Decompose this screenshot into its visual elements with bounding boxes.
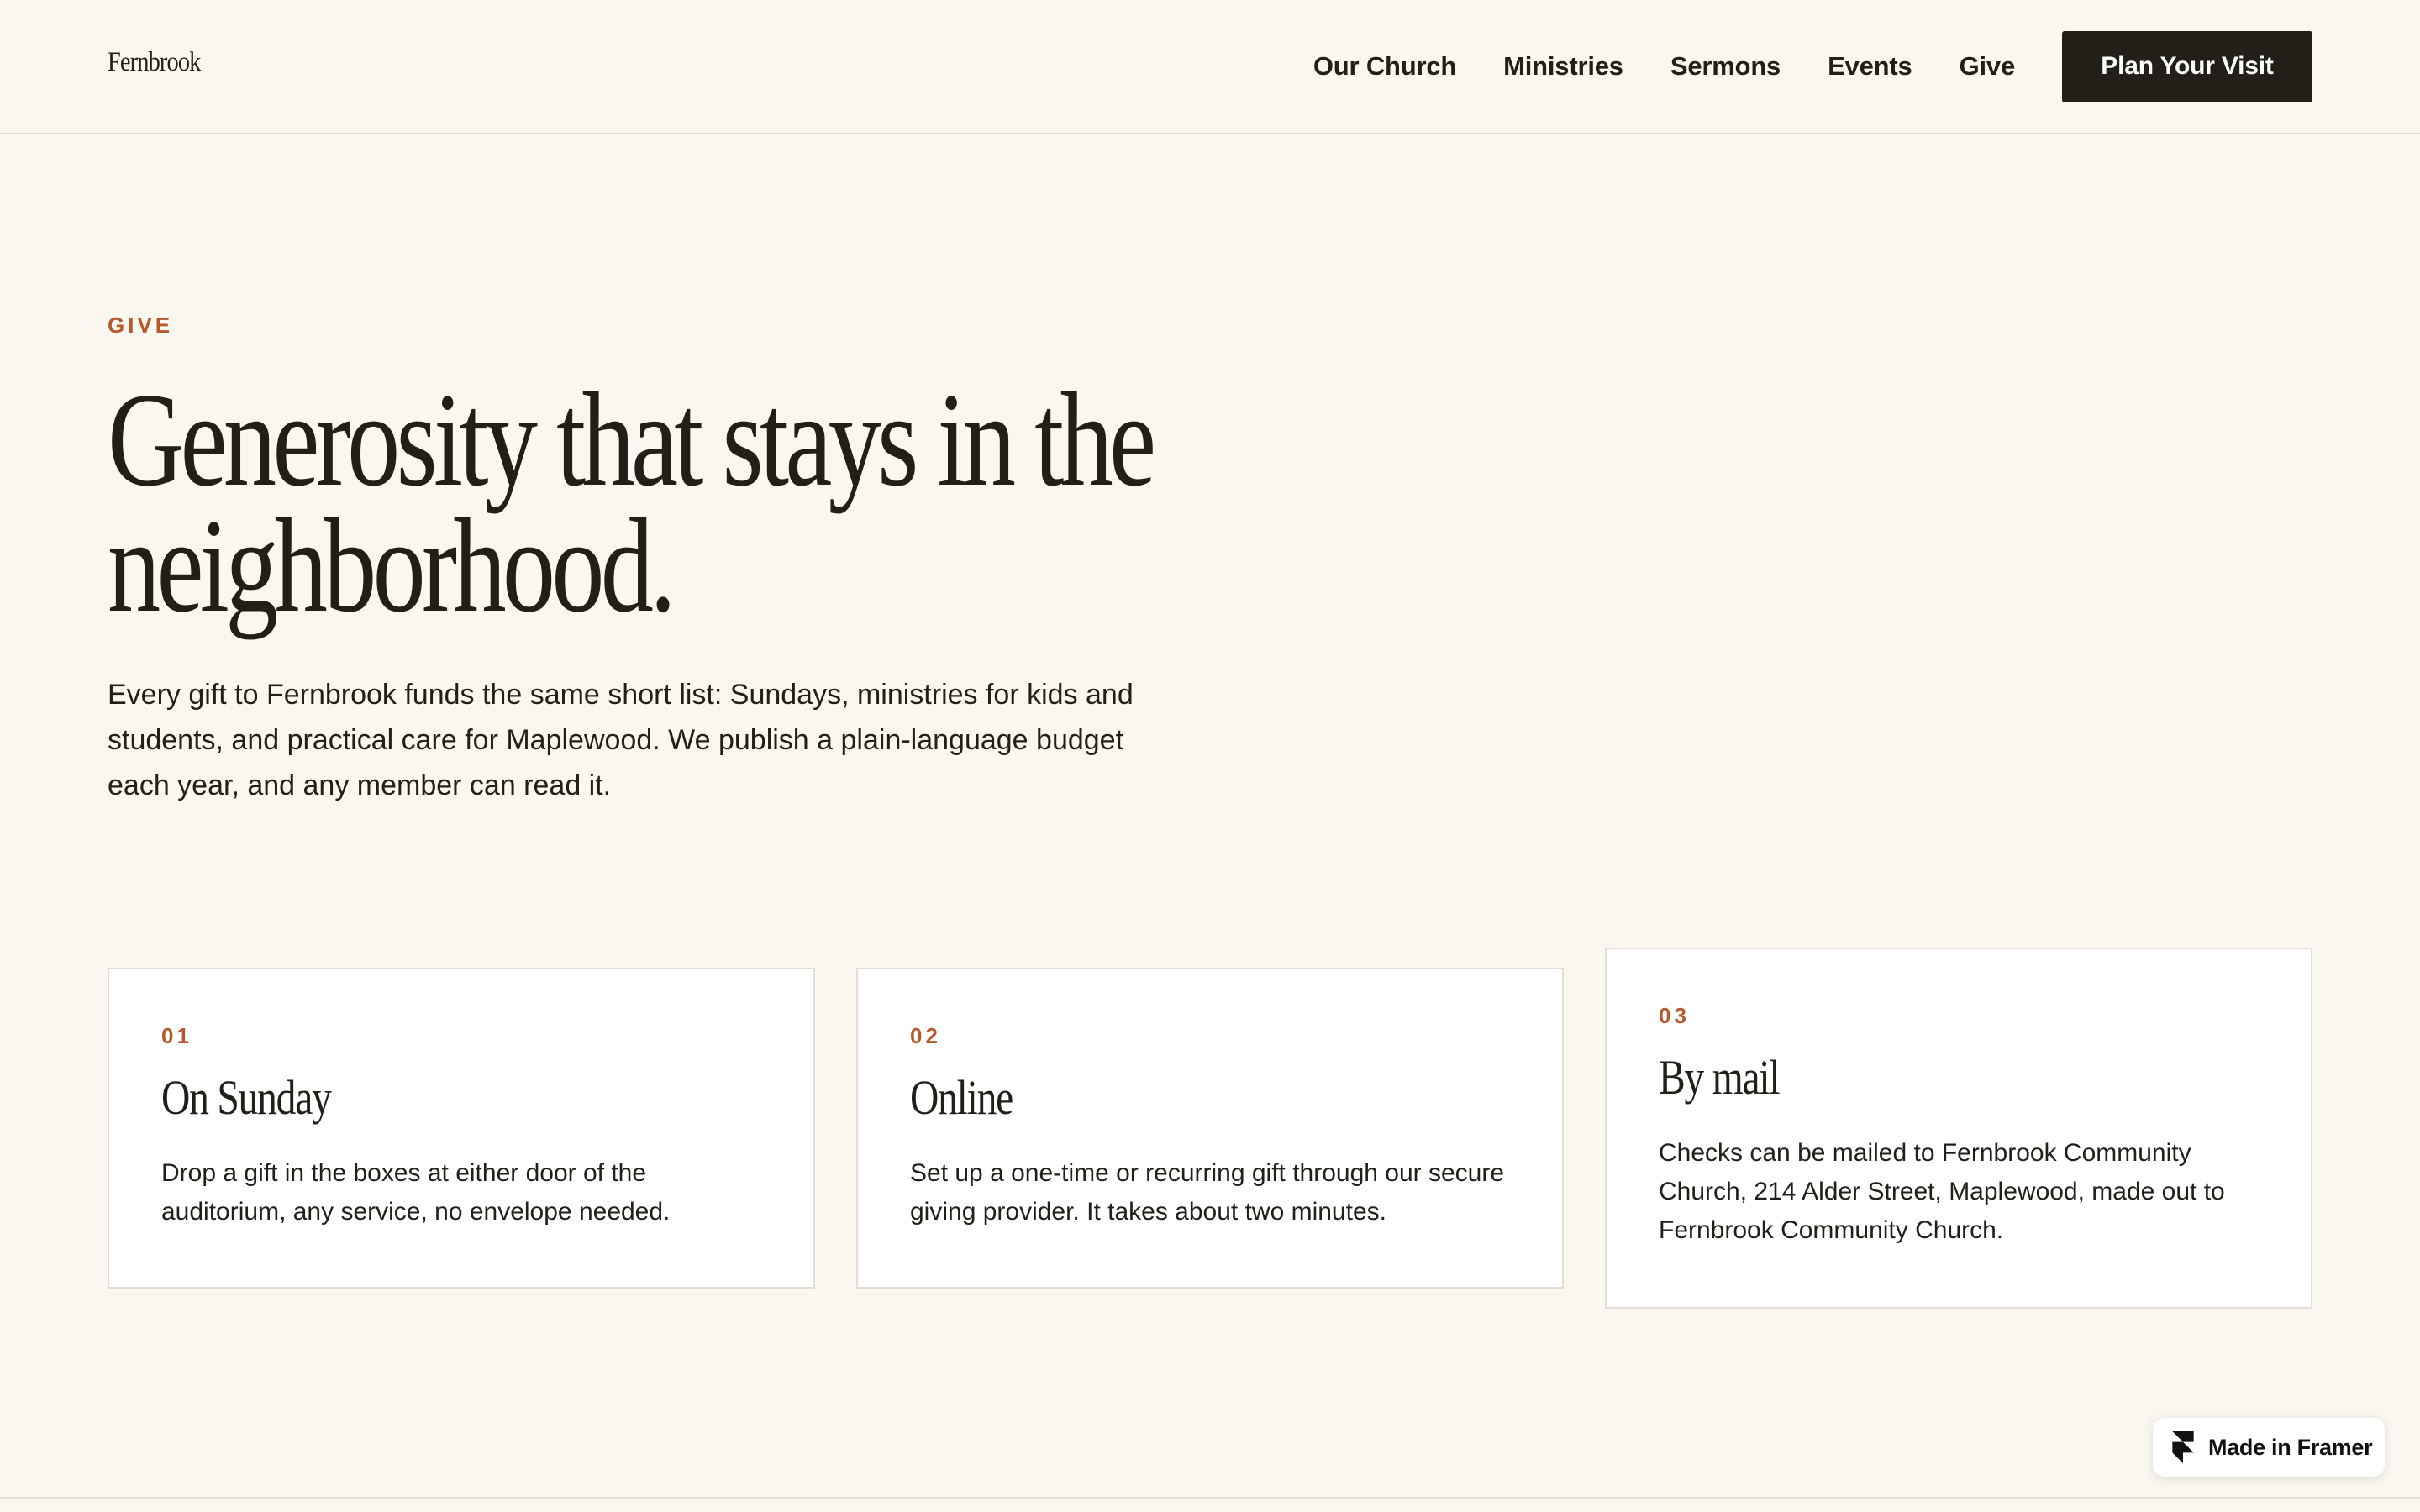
nav-link-events[interactable]: Events <box>1828 51 1912 81</box>
card-number: 03 <box>1659 1003 1690 1028</box>
card-title: On Sunday <box>161 1070 332 1125</box>
main-nav: Our Church Ministries Sermons Events Giv… <box>1313 0 2312 133</box>
card-number: 01 <box>161 1023 192 1048</box>
page-title-line-2: neighborhood. <box>108 491 676 640</box>
section-divider <box>0 1497 2420 1499</box>
intro-paragraph: Every gift to Fernbrook funds the same s… <box>108 679 1134 801</box>
card-description: Set up a one-time or recurring gift thro… <box>910 1159 1505 1226</box>
nav-link-sermons[interactable]: Sermons <box>1670 51 1781 81</box>
card-description: Drop a gift in the boxes at either door … <box>161 1159 671 1226</box>
framer-icon <box>2172 1431 2194 1463</box>
badge-label: Made in Framer <box>2208 1434 2373 1460</box>
section-eyebrow: GIVE <box>108 312 174 338</box>
nav-link-ministries[interactable]: Ministries <box>1503 51 1623 81</box>
plan-your-visit-button[interactable]: Plan Your Visit <box>2062 30 2312 102</box>
card-title: By mail <box>1659 1050 1781 1105</box>
card-description: Checks can be mailed to Fernbrook Commun… <box>1659 1139 2225 1244</box>
page-title-line-1: Generosity that stays in the <box>108 365 1156 514</box>
giving-card-on-sunday: 01 On Sunday Drop a gift in the boxes at… <box>108 968 815 1289</box>
site-logo[interactable]: Fernbrook <box>108 47 201 78</box>
made-in-framer-badge[interactable]: Made in Framer <box>2153 1418 2385 1477</box>
nav-link-give[interactable]: Give <box>1960 51 2016 81</box>
giving-card-online: 02 Online Set up a one-time or recurring… <box>856 968 1564 1289</box>
site-header: Fernbrook Our Church Ministries Sermons … <box>0 0 2420 134</box>
nav-link-our-church[interactable]: Our Church <box>1313 51 1456 81</box>
page-title: Generosity that stays in the neighborhoo… <box>108 365 1236 640</box>
card-title: Online <box>910 1070 1013 1125</box>
giving-card-by-mail[interactable]: 03 By mail Checks can be mailed to Fernb… <box>1605 948 2312 1309</box>
card-number: 02 <box>910 1023 941 1048</box>
